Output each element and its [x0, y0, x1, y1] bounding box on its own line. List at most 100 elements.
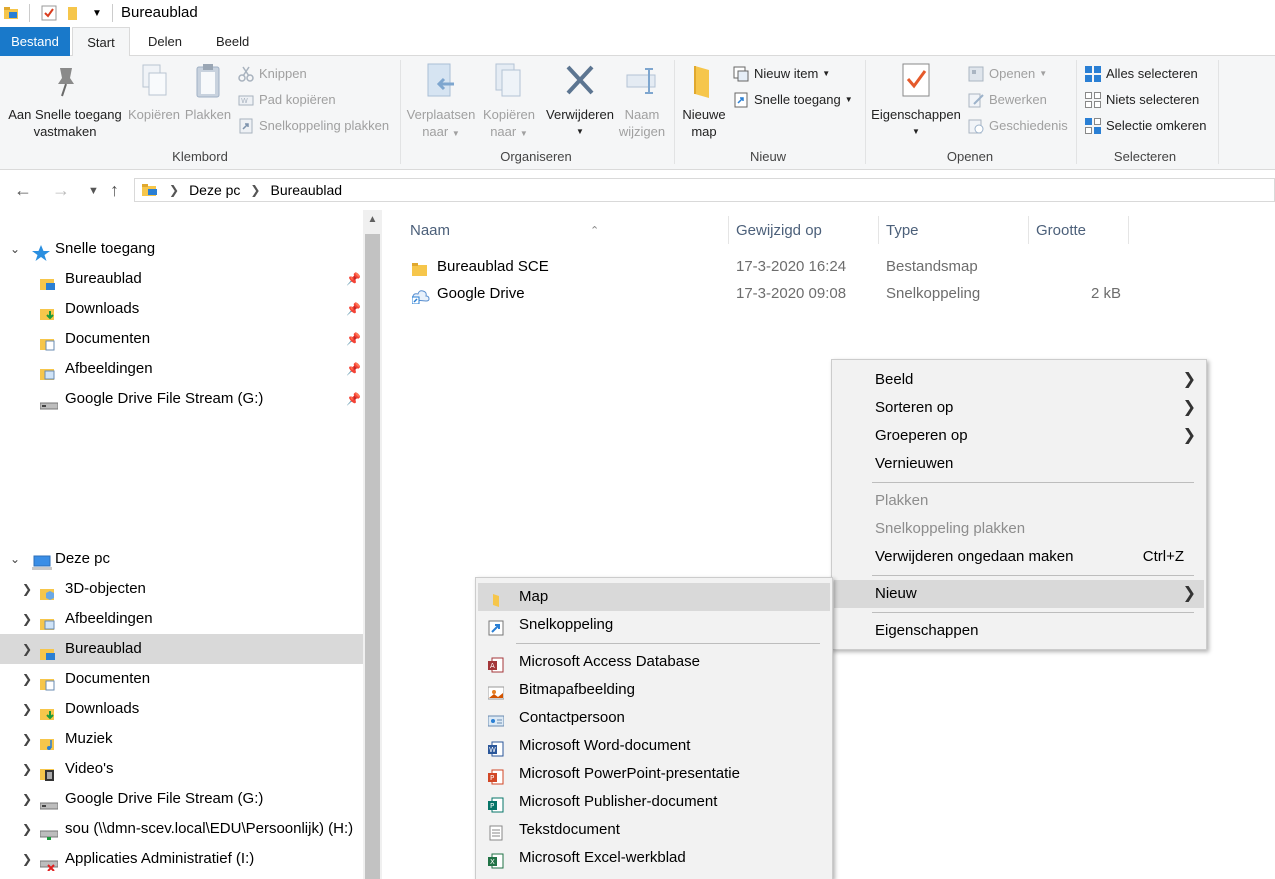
pin-quick-access-button[interactable]: Aan Snelle toegang vastmaken — [6, 62, 124, 140]
tab-start[interactable]: Start — [72, 27, 130, 57]
copy-path-button[interactable]: W Pad kopiëren — [238, 90, 336, 110]
pin-icon[interactable]: 📌 — [346, 294, 361, 324]
column-header-name[interactable]: Naam ⌃ — [410, 219, 726, 243]
easy-access-button[interactable]: Snelle toegang ▼ — [733, 90, 853, 110]
new-item-text[interactable]: Tekstdocument — [478, 816, 830, 844]
new-item-powerpoint[interactable]: P Microsoft PowerPoint-presentatie — [478, 760, 830, 788]
invert-selection-button[interactable]: Selectie omkeren — [1085, 116, 1206, 136]
nav-quick-downloads[interactable]: Downloads 📌 — [0, 294, 363, 324]
new-item-access-database[interactable]: A Microsoft Access Database — [478, 648, 830, 676]
menu-item-plakken[interactable]: Plakken — [834, 487, 1204, 515]
nav-pc-afbeeldingen[interactable]: ❯ Afbeeldingen — [0, 604, 363, 634]
new-folder-button[interactable]: Nieuwe map — [680, 62, 728, 140]
expand-chevron-icon[interactable]: ❯ — [20, 664, 34, 694]
nav-pc-network-drive-h[interactable]: ❯ sou (\\dmn-scev.local\EDU\Persoonlijk)… — [0, 814, 363, 844]
collapse-chevron-icon[interactable]: ⌄ — [8, 544, 22, 574]
select-none-button[interactable]: Niets selecteren — [1085, 90, 1199, 110]
nav-pc-downloads[interactable]: ❯ Downloads — [0, 694, 363, 724]
nav-pc-bureaublad[interactable]: ❯ Bureaublad — [0, 634, 363, 664]
move-to-button[interactable]: Verplaatsen naar ▼ — [405, 62, 477, 142]
menu-item-groeperen-op[interactable]: Groeperen op ❯ — [834, 422, 1204, 450]
breadcrumb-item-bureaublad[interactable]: Bureaublad — [270, 182, 342, 198]
nav-quick-google-drive[interactable]: Google Drive File Stream (G:) 📌 — [0, 384, 363, 414]
expand-chevron-icon[interactable]: ❯ — [20, 574, 34, 604]
column-divider[interactable] — [1128, 216, 1129, 244]
delete-button[interactable]: Verwijderen ▼ — [543, 62, 617, 140]
edit-button[interactable]: Bewerken — [968, 90, 1047, 110]
nav-quick-afbeeldingen[interactable]: Afbeeldingen 📌 — [0, 354, 363, 384]
new-item-excel[interactable]: X Microsoft Excel-werkblad — [478, 844, 830, 872]
file-row[interactable]: Bureaublad SCE 17-3-2020 16:24 Bestandsm… — [382, 254, 1275, 280]
properties-check-icon[interactable] — [40, 4, 58, 22]
up-arrow-icon[interactable]: ↑ — [110, 180, 119, 201]
menu-item-eigenschappen[interactable]: Eigenschappen — [834, 617, 1204, 645]
menu-item-snelkoppeling-plakken[interactable]: Snelkoppeling plakken — [834, 515, 1204, 543]
expand-chevron-icon[interactable]: ❯ — [20, 724, 34, 754]
menu-item-nieuw[interactable]: Nieuw ❯ — [834, 580, 1204, 608]
column-header-size[interactable]: Grootte — [1036, 219, 1086, 243]
tab-delen[interactable]: Delen — [136, 27, 194, 56]
nav-quick-documenten[interactable]: Documenten 📌 — [0, 324, 363, 354]
new-item-map[interactable]: Map — [478, 583, 830, 611]
breadcrumb-item-deze-pc[interactable]: Deze pc — [189, 182, 240, 198]
paste-button[interactable]: Plakken — [184, 62, 232, 123]
expand-chevron-icon[interactable]: ❯ — [20, 634, 34, 664]
properties-button[interactable]: Eigenschappen ▼ — [870, 62, 962, 140]
expand-chevron-icon[interactable]: ❯ — [20, 604, 34, 634]
column-divider[interactable] — [878, 216, 879, 244]
paste-shortcut-button[interactable]: Snelkoppeling plakken — [238, 116, 389, 136]
scrollbar-thumb[interactable] — [365, 234, 380, 879]
new-item-button[interactable]: Nieuw item ▼ — [733, 64, 830, 84]
menu-item-sorteren-op[interactable]: Sorteren op ❯ — [834, 394, 1204, 422]
copy-button[interactable]: Kopiëren — [126, 62, 182, 123]
nav-quick-bureaublad[interactable]: Bureaublad 📌 — [0, 264, 363, 294]
pin-icon[interactable]: 📌 — [346, 354, 361, 384]
pin-icon[interactable]: 📌 — [346, 384, 361, 414]
copy-to-button[interactable]: Kopiëren naar ▼ — [478, 62, 540, 142]
nav-pc-google-drive[interactable]: ❯ Google Drive File Stream (G:) — [0, 784, 363, 814]
select-all-button[interactable]: Alles selecteren — [1085, 64, 1198, 84]
cut-button[interactable]: Knippen — [238, 64, 307, 84]
tab-beeld[interactable]: Beeld — [204, 27, 261, 56]
nav-pc-network-drive-i[interactable]: ❯ Applicaties Administratief (I:) — [0, 844, 363, 874]
column-header-type[interactable]: Type — [886, 219, 919, 243]
pin-icon[interactable]: 📌 — [346, 324, 361, 354]
new-item-bitmap[interactable]: Bitmapafbeelding — [478, 676, 830, 704]
collapse-chevron-icon[interactable]: ⌄ — [8, 234, 22, 264]
expand-chevron-icon[interactable]: ❯ — [20, 814, 34, 844]
nav-quick-access[interactable]: ⌄ Snelle toegang — [0, 234, 363, 264]
navigation-scrollbar[interactable]: ▲ — [363, 210, 382, 879]
tab-bestand[interactable]: Bestand — [0, 27, 70, 56]
open-button[interactable]: Openen ▼ — [968, 64, 1047, 84]
nav-this-pc[interactable]: ⌄ Deze pc — [0, 544, 363, 574]
menu-item-vernieuwen[interactable]: Vernieuwen — [834, 450, 1204, 478]
nav-pc-muziek[interactable]: ❯ Muziek — [0, 724, 363, 754]
history-button[interactable]: Geschiedenis — [968, 116, 1068, 136]
new-item-snelkoppeling[interactable]: Snelkoppeling — [478, 611, 830, 639]
column-divider[interactable] — [1028, 216, 1029, 244]
breadcrumb[interactable]: ❯ Deze pc ❯ Bureaublad — [134, 178, 1275, 202]
explorer-folder-icon[interactable] — [2, 4, 20, 22]
new-folder-qa-icon[interactable] — [64, 4, 82, 22]
new-item-word[interactable]: W Microsoft Word-document — [478, 732, 830, 760]
scroll-up-arrow-icon[interactable]: ▲ — [363, 214, 382, 225]
expand-chevron-icon[interactable]: ❯ — [20, 784, 34, 814]
pin-icon[interactable]: 📌 — [346, 264, 361, 294]
forward-arrow-icon[interactable]: → — [52, 180, 70, 201]
nav-pc-videos[interactable]: ❯ Video's — [0, 754, 363, 784]
nav-pc-3d-objecten[interactable]: ❯ 3D-objecten — [0, 574, 363, 604]
expand-chevron-icon[interactable]: ❯ — [20, 844, 34, 874]
recent-locations-chevron-icon[interactable]: ▼ — [88, 185, 99, 197]
menu-item-undo-delete[interactable]: Verwijderen ongedaan maken Ctrl+Z — [834, 543, 1204, 571]
new-item-publisher[interactable]: P Microsoft Publisher-document — [478, 788, 830, 816]
column-header-date[interactable]: Gewijzigd op — [736, 219, 822, 243]
menu-item-beeld[interactable]: Beeld ❯ — [834, 366, 1204, 394]
expand-chevron-icon[interactable]: ❯ — [20, 694, 34, 724]
customize-qa-chevron-icon[interactable]: ▼ — [88, 4, 106, 22]
back-arrow-icon[interactable]: ← — [14, 180, 32, 201]
nav-pc-documenten[interactable]: ❯ Documenten — [0, 664, 363, 694]
rename-button[interactable]: Naam wijzigen — [616, 62, 668, 140]
new-item-contact[interactable]: Contactpersoon — [478, 704, 830, 732]
expand-chevron-icon[interactable]: ❯ — [20, 754, 34, 784]
column-divider[interactable] — [728, 216, 729, 244]
